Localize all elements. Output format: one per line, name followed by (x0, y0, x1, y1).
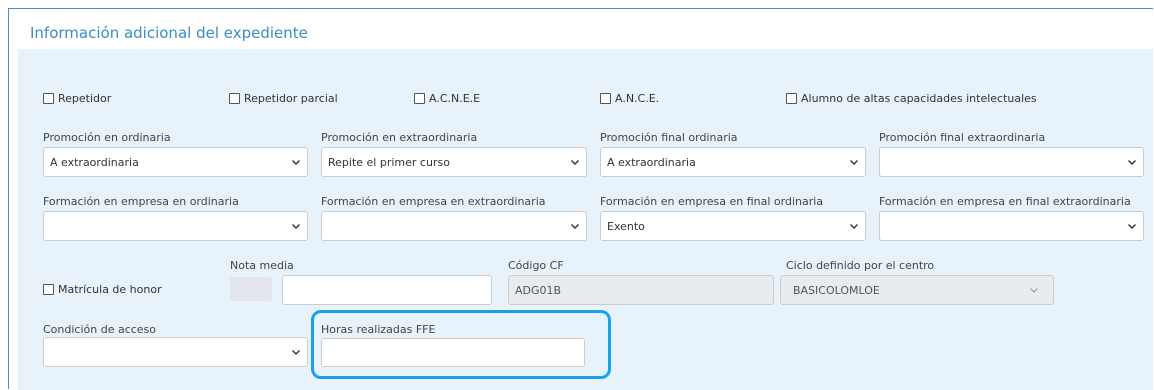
promocion-extraordinaria-select[interactable]: Repite el primer curso (321, 147, 587, 177)
formacion-final-extraordinaria-select[interactable] (879, 211, 1144, 241)
promocion-final-extraordinaria-select[interactable] (879, 147, 1144, 177)
formacion-ordinaria-label: Formación en empresa en ordinaria (43, 195, 239, 208)
checkbox-icon[interactable] (600, 93, 611, 104)
input-value: ADG01B (515, 283, 562, 297)
checkbox-label: A.N.C.E. (615, 92, 660, 105)
condicion-acceso-select[interactable] (43, 337, 308, 367)
chevron-down-icon (292, 350, 300, 355)
nota-media-prefix (230, 277, 272, 301)
chevron-down-icon (571, 160, 579, 165)
formacion-ordinaria-select[interactable] (43, 211, 308, 241)
select-value: A extraordinaria (607, 155, 696, 169)
formacion-final-ordinaria-select[interactable]: Exento (600, 211, 866, 241)
promocion-extraordinaria-label: Promoción en extraordinaria (321, 131, 478, 144)
checkbox-ance[interactable]: A.N.C.E. (600, 92, 659, 105)
chevron-down-icon (292, 224, 300, 229)
chevron-down-icon (1128, 160, 1136, 165)
promocion-ordinaria-select[interactable]: A extraordinaria (43, 147, 308, 177)
checkbox-label: A.C.N.E.E (429, 92, 481, 105)
promocion-final-ordinaria-select[interactable]: A extraordinaria (600, 147, 866, 177)
highlight-frame (311, 310, 611, 379)
formacion-final-ordinaria-label: Formación en empresa en final ordinaria (600, 195, 824, 208)
chevron-down-icon (850, 160, 858, 165)
promocion-ordinaria-label: Promoción en ordinaria (43, 131, 171, 144)
formacion-extraordinaria-select[interactable] (321, 211, 587, 241)
checkbox-acnee[interactable]: A.C.N.E.E (414, 92, 480, 105)
checkbox-icon[interactable] (229, 93, 240, 104)
checkbox-icon[interactable] (43, 284, 54, 295)
checkbox-icon[interactable] (414, 93, 425, 104)
condicion-acceso-label: Condición de acceso (43, 323, 157, 336)
select-value: Repite el primer curso (328, 155, 450, 169)
chevron-down-icon (1030, 288, 1038, 293)
select-value: BASICOLOMLOE (793, 283, 880, 297)
checkbox-repetidor[interactable]: Repetidor (43, 92, 111, 105)
checkbox-label: Matrícula de honor (58, 283, 162, 296)
formacion-extraordinaria-label: Formación en empresa en extraordinaria (321, 195, 546, 208)
chevron-down-icon (850, 224, 858, 229)
checkbox-label: Repetidor parcial (244, 92, 338, 105)
checkbox-icon[interactable] (786, 93, 797, 104)
checkbox-icon[interactable] (43, 93, 54, 104)
panel-title: Información adicional del expediente (30, 24, 308, 42)
chevron-down-icon (571, 224, 579, 229)
select-value: A extraordinaria (50, 155, 139, 169)
chevron-down-icon (292, 160, 300, 165)
checkbox-matricula-honor[interactable]: Matrícula de honor (43, 283, 162, 296)
checkbox-label: Alumno de altas capacidades intelectuale… (801, 92, 1037, 105)
select-value: Exento (607, 219, 645, 233)
formacion-final-extraordinaria-label: Formación en empresa en final extraordin… (879, 195, 1131, 208)
checkbox-altas-capacidades[interactable]: Alumno de altas capacidades intelectuale… (786, 92, 1037, 105)
checkbox-repetidor-parcial[interactable]: Repetidor parcial (229, 92, 338, 105)
ciclo-label: Ciclo definido por el centro (786, 259, 935, 272)
chevron-down-icon (1128, 224, 1136, 229)
codigo-cf-input: ADG01B (508, 275, 774, 305)
checkbox-label: Repetidor (58, 92, 112, 105)
promocion-final-extraordinaria-label: Promoción final extraordinaria (879, 131, 1046, 144)
ciclo-select: BASICOLOMLOE (780, 275, 1054, 305)
nota-media-input[interactable] (282, 275, 492, 305)
promocion-final-ordinaria-label: Promoción final ordinaria (600, 131, 738, 144)
codigo-cf-label: Código CF (508, 259, 564, 272)
nota-media-label: Nota media (230, 259, 294, 272)
